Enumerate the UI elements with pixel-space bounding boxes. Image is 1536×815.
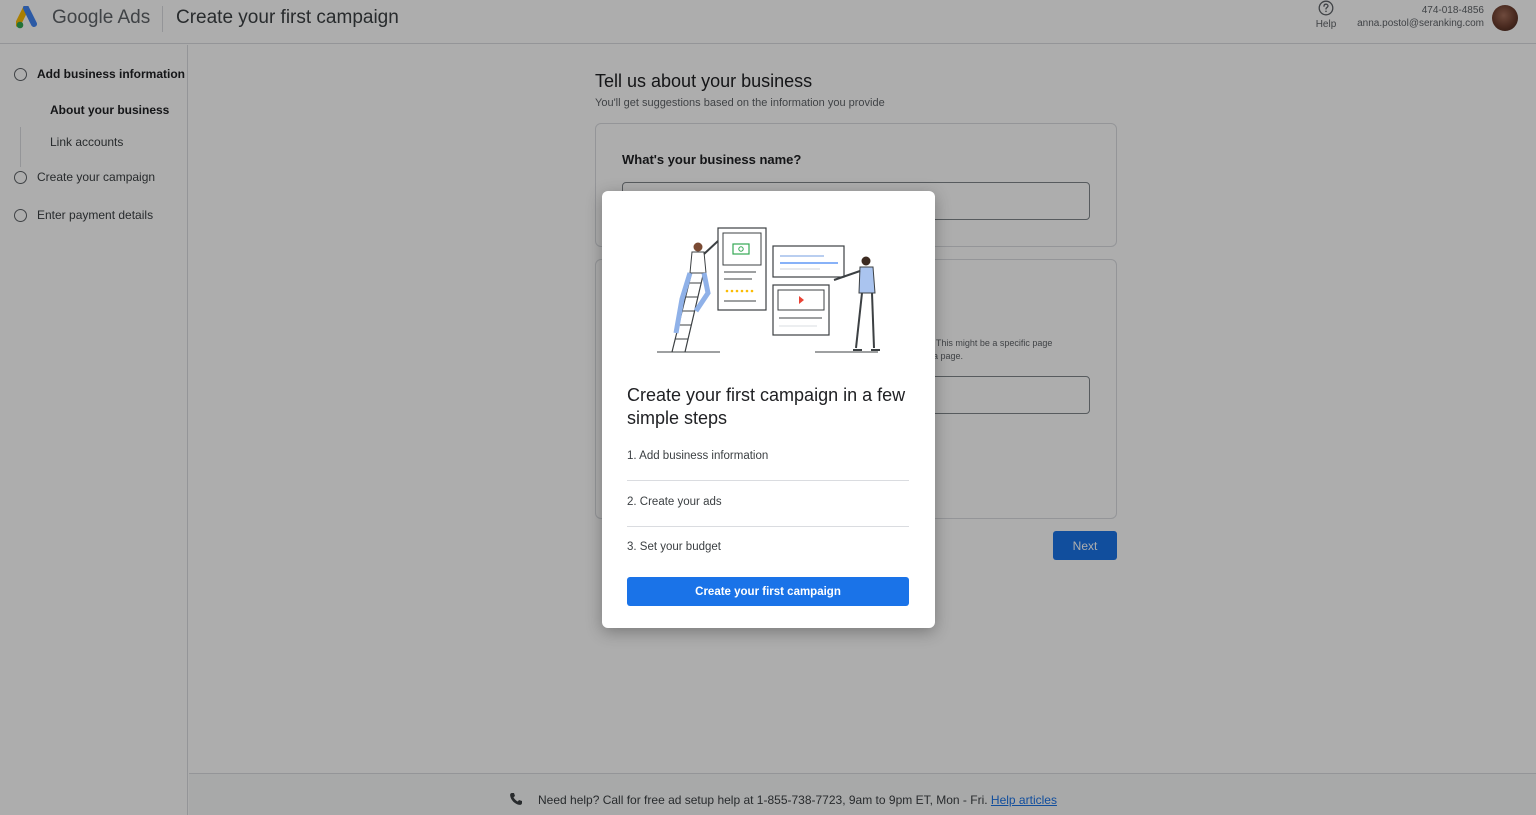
campaign-illustration [657, 227, 880, 353]
dialog-title: Create your first campaign in a few simp… [627, 385, 906, 428]
dialog-step-2: 2. Create your ads [627, 496, 722, 508]
create-first-campaign-button[interactable]: Create your first campaign [627, 577, 909, 606]
dialog-step-1: 1. Add business information [627, 450, 769, 462]
dialog-divider [627, 526, 909, 527]
welcome-dialog: Create your first campaign in a few simp… [602, 191, 935, 628]
dialog-divider [627, 480, 909, 481]
dialog-step-3: 3. Set your budget [627, 541, 721, 553]
